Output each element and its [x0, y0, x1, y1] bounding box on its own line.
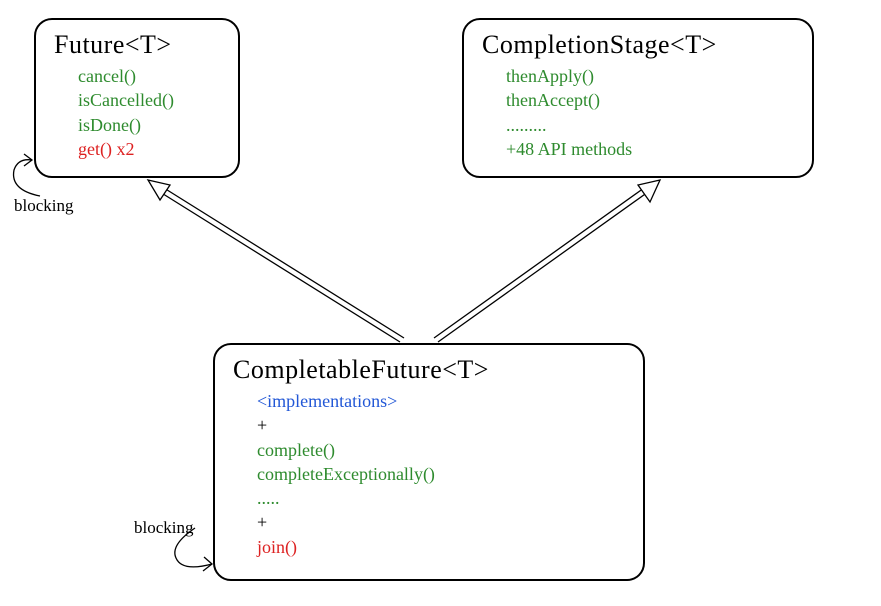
- completable-future-method: +: [257, 510, 625, 534]
- future-box: Future<T> cancel() isCancelled() isDone(…: [34, 18, 240, 178]
- completable-future-title: CompletableFuture<T>: [233, 355, 625, 385]
- arrow-to-future: [148, 180, 404, 342]
- completable-future-method: .....: [257, 486, 625, 510]
- completion-stage-box: CompletionStage<T> thenApply() thenAccep…: [462, 18, 814, 178]
- future-method: isCancelled(): [78, 88, 220, 112]
- future-title: Future<T>: [54, 30, 220, 60]
- completable-future-box: CompletableFuture<T> <implementations> +…: [213, 343, 645, 581]
- completable-future-method: <implementations>: [257, 389, 625, 413]
- completion-stage-method: .........: [506, 113, 794, 137]
- future-method: cancel(): [78, 64, 220, 88]
- completable-future-method: complete(): [257, 438, 625, 462]
- completable-future-method: completeExceptionally(): [257, 462, 625, 486]
- completion-stage-methods: thenApply() thenAccept() ......... +48 A…: [506, 64, 794, 161]
- diagram-stage: Future<T> cancel() isCancelled() isDone(…: [0, 0, 881, 606]
- blocking-label-1: blocking: [14, 196, 74, 216]
- future-method: isDone(): [78, 113, 220, 137]
- completable-future-method: join(): [257, 535, 625, 559]
- completion-stage-method: thenApply(): [506, 64, 794, 88]
- arrow-to-completion-stage: [434, 180, 660, 342]
- completable-future-methods: <implementations> + complete() completeE…: [257, 389, 625, 559]
- completion-stage-title: CompletionStage<T>: [482, 30, 794, 60]
- future-methods: cancel() isCancelled() isDone() get() x2: [78, 64, 220, 161]
- completion-stage-method: thenAccept(): [506, 88, 794, 112]
- completable-future-method: +: [257, 413, 625, 437]
- future-method: get() x2: [78, 137, 220, 161]
- blocking-label-2: blocking: [134, 518, 194, 538]
- completion-stage-method: +48 API methods: [506, 137, 794, 161]
